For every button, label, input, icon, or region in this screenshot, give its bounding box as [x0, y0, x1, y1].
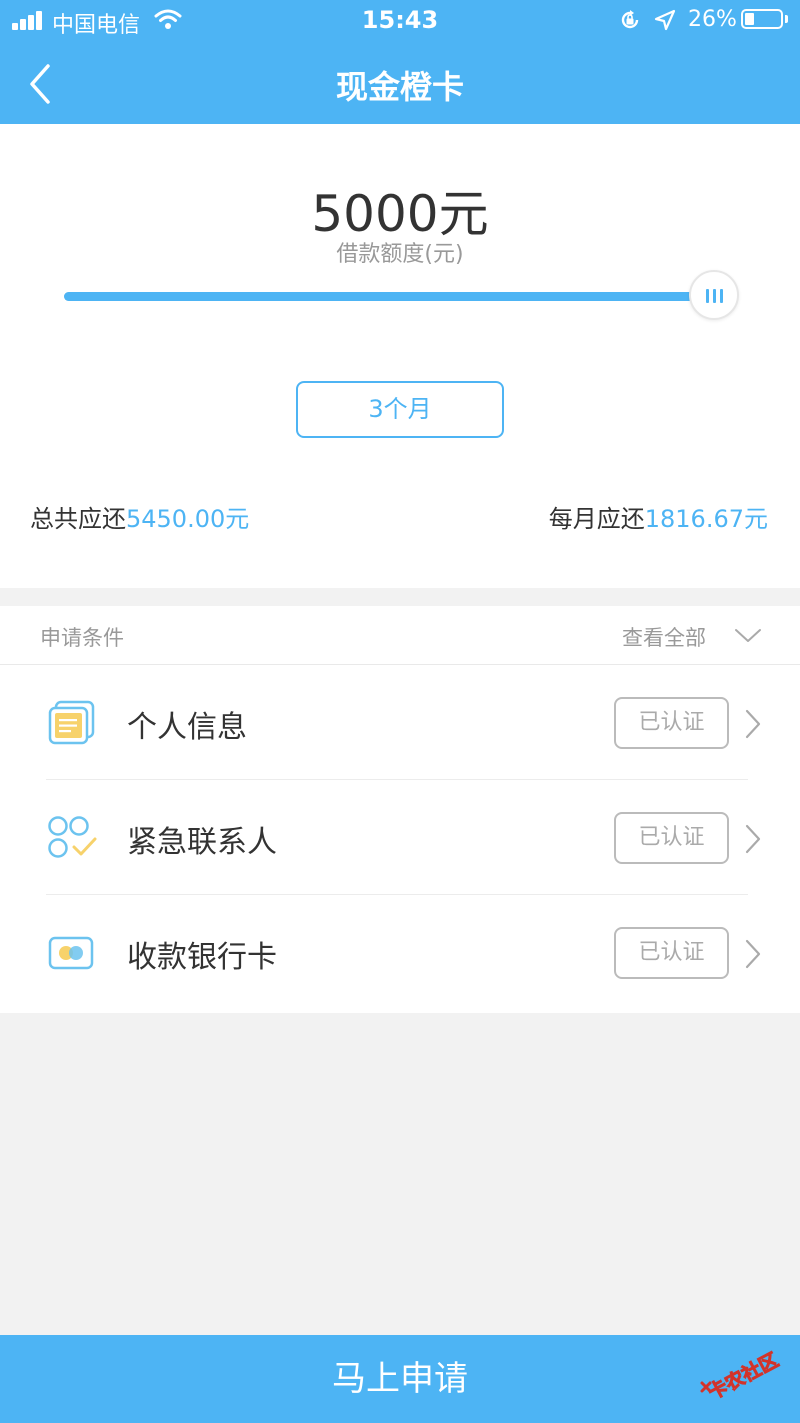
loan-amount-label: 借款额度(元): [336, 242, 464, 267]
personal-info-icon: [48, 700, 95, 745]
requirement-item-personal-info[interactable]: 个人信息 已认证: [0, 665, 800, 780]
orientation-lock-icon: [621, 10, 639, 29]
bank-card-icon: [48, 936, 94, 970]
verified-badge: 已认证: [614, 927, 729, 979]
emergency-contact-icon: [48, 816, 97, 858]
watermark-logo: 卡农社区: [700, 1348, 783, 1401]
chevron-right-icon: [745, 939, 761, 969]
monthly-repayment-label: 每月应还: [548, 505, 645, 533]
verified-badge: 已认证: [614, 697, 729, 749]
amount-slider-handle[interactable]: [689, 270, 739, 320]
requirement-item-bank-card[interactable]: 收款银行卡 已认证: [0, 895, 800, 1010]
loan-term-button[interactable]: 3个月: [296, 381, 504, 438]
amount-slider-track[interactable]: [64, 292, 714, 301]
status-bar: 中国电信 15:43 26%: [0, 0, 800, 40]
requirements-title: 申请条件: [40, 626, 124, 650]
chevron-down-icon[interactable]: [734, 628, 762, 644]
requirements-section: 申请条件 查看全部 个人信息 已认证 紧急联系人 已认证 收款银行卡 已认证: [0, 606, 800, 1013]
battery-tip: [785, 15, 788, 23]
view-all-link[interactable]: 查看全部: [622, 622, 706, 652]
battery-level: [745, 13, 754, 25]
verified-badge: 已认证: [614, 812, 729, 864]
total-repayment-label: 总共应还: [30, 505, 126, 533]
apply-now-button[interactable]: 马上申请: [0, 1335, 800, 1423]
total-repayment-value: 5450.00元: [126, 505, 250, 533]
amount-slider-fill: [64, 292, 714, 301]
battery-icon: [741, 9, 783, 29]
requirement-label: 个人信息: [127, 710, 247, 745]
battery-percentage: 26%: [688, 7, 737, 32]
app-header: 中国电信 15:43 26% 现金橙卡: [0, 0, 800, 124]
watermark-text: 卡农社区: [704, 1348, 782, 1401]
monthly-repayment-value: 1816.67元: [644, 505, 768, 533]
requirement-label: 紧急联系人: [127, 825, 277, 860]
total-repayment: 总共应还5450.00元: [30, 499, 249, 534]
chevron-right-icon: [745, 824, 761, 854]
page-title: 现金橙卡: [335, 68, 464, 106]
requirements-header: 申请条件 查看全部: [0, 606, 800, 665]
requirement-item-emergency-contact[interactable]: 紧急联系人 已认证: [0, 780, 800, 895]
location-icon: [654, 9, 676, 31]
requirement-label: 收款银行卡: [127, 940, 277, 975]
loan-amount-card: 5000元 借款额度(元) 3个月 总共应还5450.00元 每月应还1816.…: [0, 124, 800, 588]
monthly-repayment: 每月应还1816.67元: [549, 499, 768, 534]
status-time: 15:43: [361, 6, 439, 34]
chevron-right-icon: [745, 709, 761, 739]
